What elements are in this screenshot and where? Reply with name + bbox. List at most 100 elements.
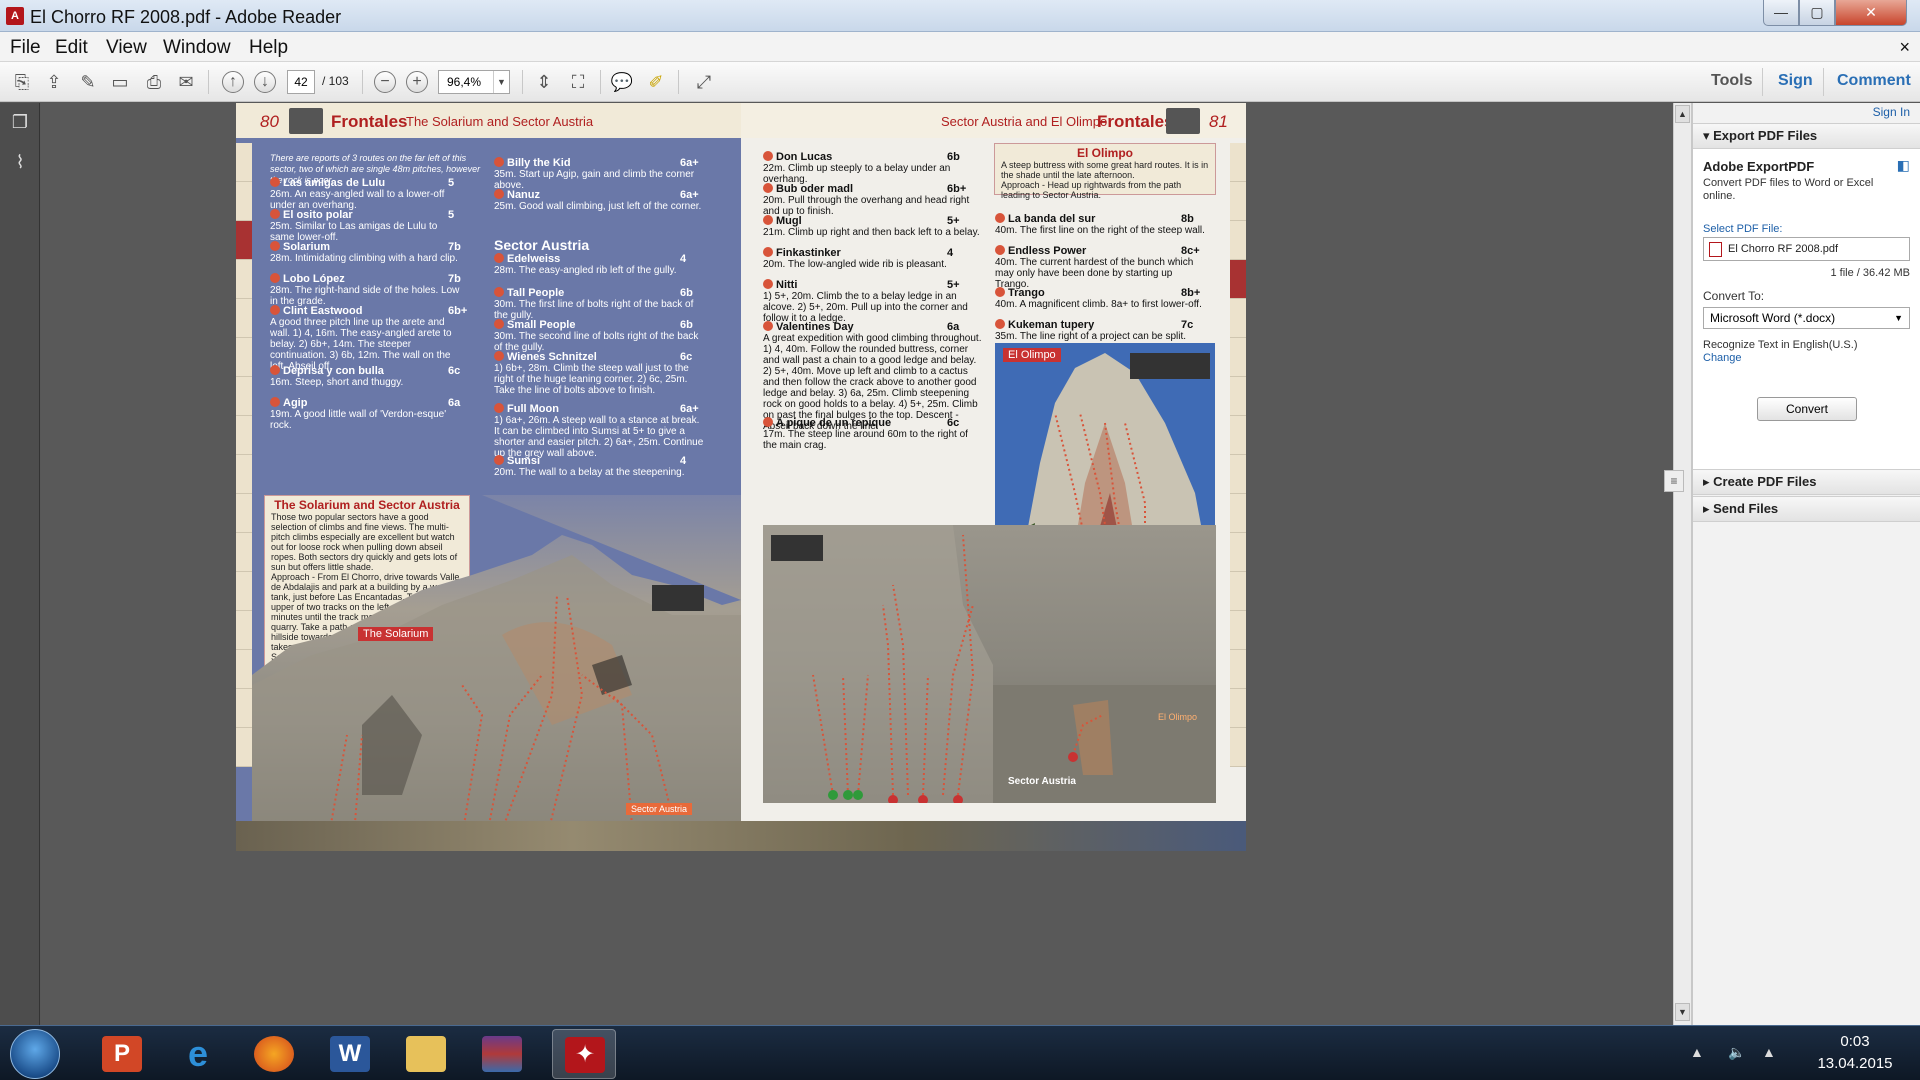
menu-file[interactable]: File: [10, 37, 41, 59]
network-icon[interactable]: ▲: [1762, 1044, 1776, 1060]
maximize-button[interactable]: ▢: [1799, 0, 1835, 26]
climbers-icon: [1166, 108, 1200, 134]
route-description: 30m. The first line of bolts right of th…: [494, 299, 694, 321]
info-icon[interactable]: ◧: [1897, 157, 1910, 174]
show-hidden-icons-icon[interactable]: ▲: [1690, 1044, 1704, 1060]
route-grade: 6a+: [680, 157, 699, 169]
selected-file-name: El Chorro RF 2008.pdf: [1728, 243, 1839, 255]
tab-sign[interactable]: Sign: [1778, 72, 1813, 90]
window-title: El Chorro RF 2008.pdf - Adobe Reader: [30, 7, 342, 27]
tab-comment[interactable]: Comment: [1837, 72, 1911, 90]
route-grade: 6b+: [947, 183, 967, 195]
minimize-button[interactable]: —: [1763, 0, 1799, 26]
export-pdf-icon[interactable]: ⇪: [40, 68, 68, 96]
route-number-marker: [995, 213, 1005, 223]
selected-file-box[interactable]: El Chorro RF 2008.pdf: [1703, 237, 1910, 261]
menu-bar: File Edit View Window Help ×: [0, 32, 1920, 62]
edit-pdf-icon[interactable]: ✎: [74, 68, 102, 96]
menu-help[interactable]: Help: [249, 37, 288, 59]
route-description: 40m. The current hardest of the bunch wh…: [995, 257, 1194, 290]
route-number-marker: [494, 287, 504, 297]
route-number-marker: [995, 287, 1005, 297]
page-number-input[interactable]: 42: [287, 70, 315, 94]
route-description: 25m. Similar to Las amigas de Lulu to sa…: [270, 221, 438, 243]
route-grade: 6a+: [680, 189, 699, 201]
route-name: Las amigas de Lulu: [283, 177, 386, 189]
document-viewer[interactable]: 80 Frontales The Solarium and Sector Aus…: [41, 103, 1673, 1025]
convert-format-value: Microsoft Word (*.docx): [1710, 311, 1836, 325]
export-pdf-section-header[interactable]: ▾ Export PDF Files: [1693, 123, 1920, 149]
chevron-down-icon[interactable]: ▼: [1894, 308, 1903, 328]
route-grade: 7c: [1181, 319, 1194, 331]
navigation-pane: ❐ ⌇: [0, 103, 40, 1025]
create-pdf-icon[interactable]: ⎘: [8, 68, 36, 96]
zoom-select[interactable]: 96,4% ▼: [438, 70, 510, 94]
previous-page-button[interactable]: ↑: [222, 71, 244, 93]
create-pdf-section-header[interactable]: ▸ Create PDF Files: [1693, 469, 1920, 495]
route-name: La banda del sur: [1008, 213, 1096, 225]
taskbar-internet-explorer[interactable]: e: [166, 1029, 230, 1079]
sign-in-link[interactable]: Sign In: [1873, 105, 1910, 119]
fit-page-icon[interactable]: ⇕: [530, 68, 558, 96]
route-description: 26m. An easy-angled wall to a lower-off …: [270, 189, 445, 211]
route-grade: 7b: [448, 273, 461, 285]
vertical-scrollbar[interactable]: ▲ ▼: [1673, 103, 1691, 1025]
taskbar-adobe-reader[interactable]: ✦: [552, 1029, 616, 1079]
route-entry: Clint Eastwood A good three pitch line up…: [270, 305, 460, 372]
convert-format-select[interactable]: Microsoft Word (*.docx) ▼: [1703, 307, 1910, 329]
taskbar-file-explorer[interactable]: [394, 1029, 458, 1079]
scroll-down-arrow[interactable]: ▼: [1675, 1003, 1690, 1021]
attachments-icon[interactable]: ⌇: [9, 151, 31, 173]
route-name: Wienes Schnitzel: [507, 351, 597, 363]
print-icon[interactable]: ⎙: [140, 68, 168, 96]
close-document-icon[interactable]: ×: [1899, 37, 1910, 58]
taskbar-firefox[interactable]: [242, 1029, 306, 1079]
sticky-note-icon[interactable]: 💬: [608, 68, 636, 96]
taskbar-powerpoint[interactable]: P: [90, 1029, 154, 1079]
pdf-page-80: 80 Frontales The Solarium and Sector Aus…: [236, 103, 741, 821]
scroll-up-arrow[interactable]: ▲: [1675, 105, 1690, 123]
send-files-section-header[interactable]: ▸ Send Files: [1693, 496, 1920, 522]
next-page-top-edge: [236, 821, 1246, 851]
start-button[interactable]: [10, 1029, 60, 1079]
route-grade: 6c: [680, 351, 693, 363]
label-sector-austria-right: Sector Austria: [1008, 776, 1076, 787]
menu-edit[interactable]: Edit: [55, 37, 88, 59]
system-clock[interactable]: 0:03 13.04.2015: [1800, 1031, 1910, 1075]
save-icon[interactable]: ▭: [106, 68, 134, 96]
route-grade: 6c: [448, 365, 461, 377]
volume-icon[interactable]: 🔈: [1728, 1044, 1745, 1061]
taskbar-word[interactable]: W: [318, 1029, 382, 1079]
next-page-button[interactable]: ↓: [254, 71, 276, 93]
route-grade: 6b+: [448, 305, 468, 317]
zoom-out-button[interactable]: −: [374, 71, 396, 93]
close-window-button[interactable]: ✕: [1835, 0, 1907, 26]
change-language-link[interactable]: Change: [1703, 352, 1742, 364]
route-entry: Edelweiss 28m. The easy-angled rib left o…: [494, 253, 704, 276]
thumb-tabs-right: [1230, 143, 1246, 783]
chevron-down-icon[interactable]: ▼: [493, 71, 509, 93]
pane-toggle-grip[interactable]: ≡: [1664, 470, 1684, 492]
taskbar-winrar[interactable]: [470, 1029, 534, 1079]
route-grade: 6b: [680, 319, 693, 331]
route-description: 30m. The second line of bolts right of t…: [494, 331, 699, 353]
zoom-in-button[interactable]: +: [406, 71, 428, 93]
tab-tools[interactable]: Tools: [1711, 72, 1752, 90]
menu-view[interactable]: View: [106, 37, 147, 59]
route-name: Bub oder madl: [776, 183, 854, 195]
route-grade: 5: [448, 177, 455, 189]
route-grade: 7b: [448, 241, 461, 253]
route-description: 40m. The first line on the right of the …: [995, 225, 1205, 236]
full-screen-icon[interactable]: ⤢: [690, 68, 718, 96]
route-number-marker: [995, 319, 1005, 329]
route-name: Agip: [283, 397, 308, 409]
page-thumbnails-icon[interactable]: ❐: [9, 111, 31, 133]
pdf-file-icon: [1709, 242, 1722, 257]
email-icon[interactable]: ✉: [172, 68, 200, 96]
route-name: Small People: [507, 319, 576, 331]
route-description: 17m. The steep line around 60m to the ri…: [763, 429, 968, 451]
menu-window[interactable]: Window: [163, 37, 231, 59]
fit-width-icon[interactable]: ⛶: [564, 68, 592, 96]
convert-button[interactable]: Convert: [1757, 397, 1857, 421]
highlight-icon[interactable]: ✐: [642, 68, 670, 96]
